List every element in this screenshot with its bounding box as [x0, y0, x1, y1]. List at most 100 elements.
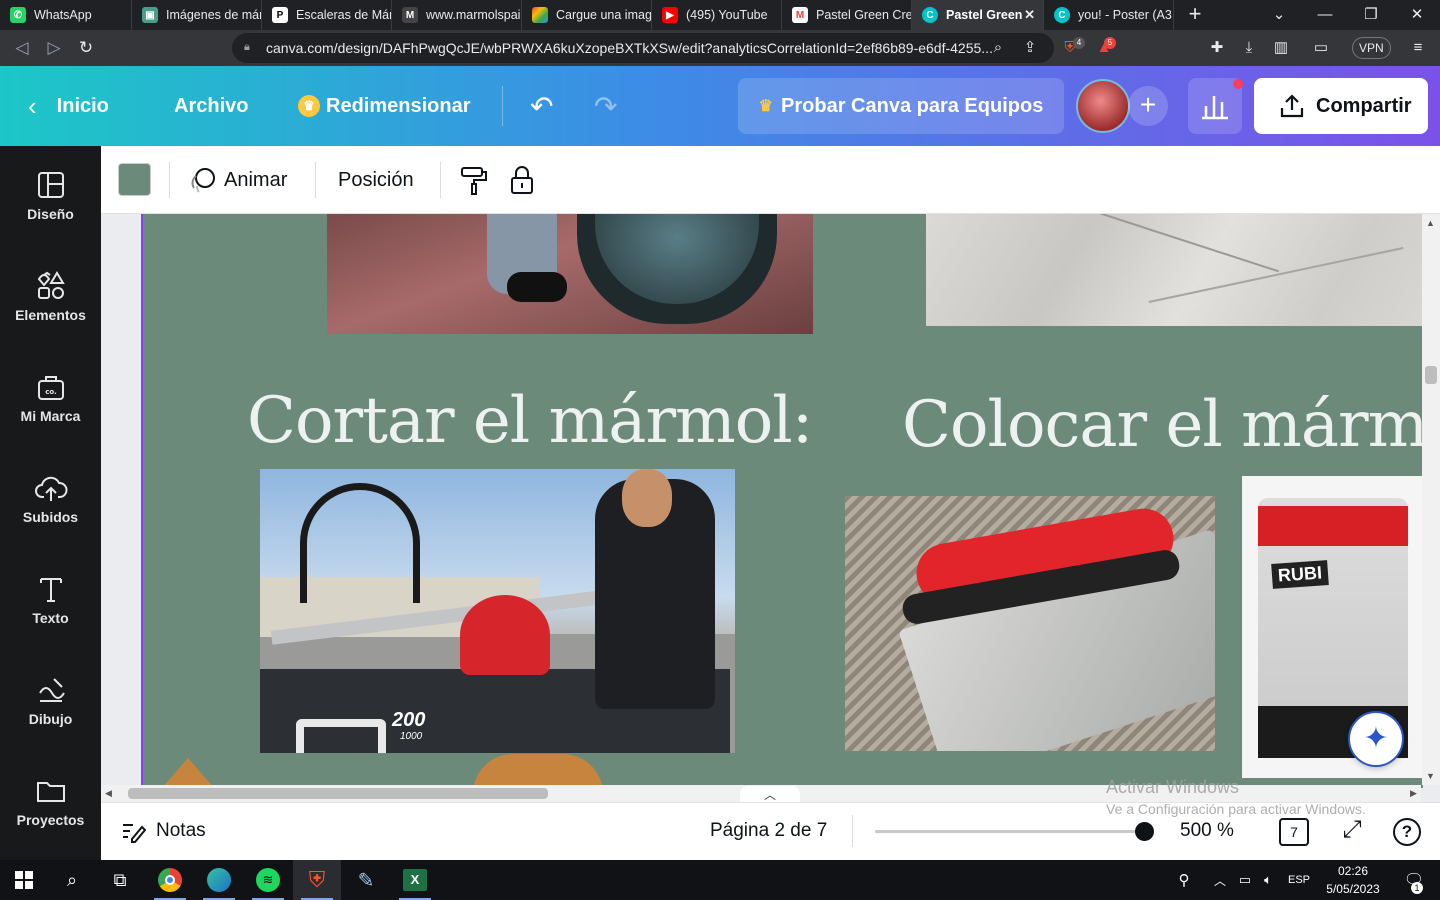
sidebar-item-design[interactable]: Diseño [0, 146, 101, 236]
network-icon[interactable]: ▭ [1232, 860, 1258, 900]
tab-marmolspai[interactable]: Mwww.marmolspai [392, 0, 522, 30]
help-button[interactable]: ? [1393, 818, 1421, 846]
color-swatch[interactable] [118, 163, 151, 196]
forward-icon[interactable]: ▷ [42, 36, 66, 60]
scroll-right-icon[interactable]: ▶ [1410, 788, 1417, 799]
worker-head [622, 469, 672, 527]
divider [440, 162, 441, 198]
page-grid-button[interactable]: 7 [1279, 818, 1309, 846]
brave-icon[interactable]: ⛨ [293, 860, 341, 900]
bucket-photo[interactable] [327, 214, 813, 334]
magic-assistant-button[interactable]: ✦ [1348, 711, 1404, 767]
marble-photo[interactable] [926, 214, 1423, 326]
vertical-scrollbar[interactable] [1422, 214, 1440, 785]
horizontal-scroll-thumb[interactable] [128, 788, 548, 799]
paint-roller-button[interactable] [458, 146, 490, 214]
edge-icon[interactable] [195, 860, 243, 900]
paint-icon[interactable]: ✎ [342, 860, 390, 900]
lock-button[interactable] [506, 146, 538, 214]
tile-saw-photo[interactable]: 200 1000 [260, 469, 735, 753]
divider [502, 86, 503, 126]
resize-button[interactable]: ♛ Redimensionar [298, 66, 470, 146]
sidebar-item-projects[interactable]: Proyectos [0, 752, 101, 842]
chevron-up-icon[interactable]: ︿ [1206, 860, 1234, 900]
start-button[interactable] [0, 860, 48, 900]
clock[interactable]: 02:26 5/05/2023 [1316, 862, 1390, 898]
language-indicator[interactable]: ESP [1282, 860, 1316, 900]
fullscreen-icon[interactable]: ⤢ [1338, 816, 1366, 846]
people-icon[interactable]: ⚲ [1162, 860, 1206, 900]
animate-button[interactable]: Animar [187, 146, 287, 214]
vpn-button[interactable]: VPN [1352, 37, 1391, 59]
crown-icon: ♛ [758, 98, 774, 115]
sidebar-item-elements[interactable]: Elementos [0, 247, 101, 337]
marble-vein [1148, 246, 1404, 304]
brave-badge: 4 [1073, 37, 1085, 49]
design-page[interactable]: Cortar el mármol: Colocar el mármol 200 … [141, 214, 1423, 788]
sidebar-item-draw[interactable]: Dibujo [0, 651, 101, 741]
dv-letters [296, 719, 386, 753]
new-tab-button[interactable]: + [1182, 3, 1208, 27]
notes-button[interactable]: Notas [120, 802, 206, 860]
close-window-button[interactable]: ✕ [1394, 0, 1440, 30]
page-indicator[interactable]: Página 2 de 7 [710, 802, 827, 860]
share-page-icon[interactable]: ⇪ [1018, 36, 1042, 60]
share-button[interactable]: Compartir [1254, 78, 1428, 134]
excel-icon[interactable]: X [391, 860, 439, 900]
file-menu-button[interactable]: Archivo [174, 66, 248, 146]
tab-escaleras[interactable]: PEscaleras de Márm [262, 0, 392, 30]
tab-gmail[interactable]: M Pastel Green Crea [782, 0, 912, 30]
reload-icon[interactable]: ↻ [74, 36, 98, 60]
url-bar[interactable]: canva.com/design/DAFhPwgQcJE/wbPRWXA6kuX… [232, 33, 1054, 63]
try-teams-button[interactable]: ♛ Probar Canva para Equipos [738, 78, 1064, 134]
undo-icon[interactable]: ↶ [530, 66, 553, 146]
volume-icon[interactable]: 🔈︎ [1256, 860, 1280, 900]
youtube-icon: ▶ [662, 7, 678, 23]
spotify-icon[interactable]: ≋ [244, 860, 292, 900]
home-button[interactable]: ‹ Inicio [28, 66, 109, 146]
svg-text:co.: co. [45, 388, 57, 396]
folder-icon [36, 782, 65, 802]
tab-whatsapp[interactable]: ✆ WhatsApp [0, 0, 132, 30]
minimize-button[interactable]: — [1302, 0, 1348, 30]
heading-cut[interactable]: Cortar el mármol: [247, 384, 813, 458]
tab-search-icon[interactable]: ⌄ [1256, 0, 1302, 30]
close-tab-icon[interactable]: ✕ [1024, 7, 1035, 23]
task-view-icon[interactable]: ⧉ [96, 860, 144, 900]
menu-icon[interactable]: ≡ [1406, 36, 1430, 60]
sidebar-toggle-icon[interactable]: ▥ [1269, 36, 1293, 60]
chrome-icon[interactable] [146, 860, 194, 900]
notification-center-icon[interactable]: 🗨︎ [1392, 860, 1436, 900]
add-collaborator-button[interactable]: + [1128, 86, 1168, 126]
notes-icon [123, 824, 146, 843]
scroll-left-icon[interactable]: ◀ [105, 788, 112, 799]
scroll-up-icon[interactable]: ▲ [1426, 218, 1435, 228]
search-icon[interactable]: ⌕ [48, 860, 96, 900]
back-icon[interactable]: ◁ [10, 36, 34, 60]
download-icon[interactable]: ⤓ [1237, 36, 1261, 60]
heading-place[interactable]: Colocar el mármol [902, 388, 1423, 462]
tab-cargue[interactable]: Cargue una imag [522, 0, 652, 30]
marble-vein [993, 214, 1279, 273]
tab-canva-active[interactable]: C Pastel Green ✕ [912, 0, 1044, 30]
sidebar-item-brand[interactable]: co. Mi Marca [0, 348, 101, 438]
zoom-slider[interactable] [875, 830, 1153, 833]
layout-icon [37, 172, 64, 198]
extensions-icon[interactable]: ✚ [1205, 36, 1229, 60]
sidebar-item-uploads[interactable]: Subidos [0, 449, 101, 539]
avatar[interactable] [1076, 79, 1130, 133]
vertical-scroll-thumb[interactable] [1425, 366, 1437, 384]
wallet-icon[interactable]: ▭ [1309, 36, 1333, 60]
trowel-photo[interactable] [845, 496, 1215, 751]
zoom-icon[interactable]: ⌕ [986, 36, 1010, 60]
sidebar-item-text[interactable]: Texto [0, 550, 101, 640]
redo-icon[interactable]: ↷ [594, 66, 617, 146]
chevron-left-icon: ‹ [28, 90, 37, 121]
tab-youtube[interactable]: ▶ (495) YouTube [652, 0, 782, 30]
tab-poster[interactable]: Cyou! - Poster (A3 [1044, 0, 1174, 30]
position-button[interactable]: Posición [338, 146, 414, 214]
restore-button[interactable]: ❐ [1348, 0, 1394, 30]
bag-red-band [1258, 506, 1408, 546]
tab-imagenes[interactable]: ▣ Imágenes de már [132, 0, 262, 30]
scroll-down-icon[interactable]: ▼ [1426, 771, 1435, 781]
